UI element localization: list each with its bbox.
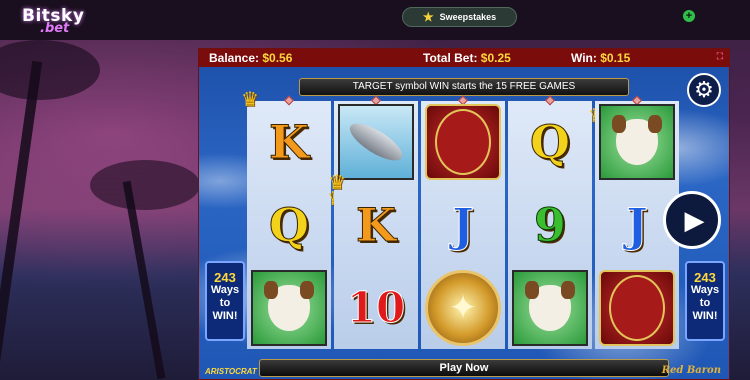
balance-value: $0.56 [262,51,293,65]
symbol-letter: 10 [346,283,406,333]
reels-grid: K ♛ Q ♛ K ♛ 10 [241,89,679,349]
symbol-letter: K [356,198,397,253]
symbol-letter: Q [529,115,571,170]
site-logo-suffix: .bet [40,21,70,36]
ways-text-right-2: to [699,297,711,309]
ways-text-right-1: Ways [690,284,720,296]
total-bet-display: Total Bet: $0.25 [423,51,511,65]
ways-text-left-1: Ways [210,284,240,296]
total-bet-value: $0.25 [480,51,511,65]
zeppelin-icon [338,104,414,181]
symbol-9: 9 [510,186,590,265]
red-baron-icon [599,269,675,346]
reel-3: J ✦ [421,95,505,349]
symbol-q: Q ♛ [249,186,345,265]
symbol-10: 10 [336,268,416,347]
win-value: $0.15 [600,51,631,65]
symbol-baron [423,103,503,182]
dog-icon [599,104,675,181]
plus-icon[interactable]: + [683,10,695,22]
palm-fronds-left [0,40,100,100]
reel-1: K ♛ Q ♛ [241,89,345,349]
ways-text-left-3: WIN! [212,310,238,322]
symbol-k: K ♛ [241,89,329,182]
balance-display: Balance: $0.56 [209,51,292,65]
red-baron-logo: Red Baron [661,365,721,376]
total-bet-label: Total Bet: [423,51,478,65]
crown-icon: ♛ [328,171,346,194]
play-now-button[interactable]: Play Now [259,359,669,377]
symbol-j: J [423,186,503,265]
palm-fronds-right [90,160,200,210]
red-baron-icon [425,104,501,181]
symbol-letter: Q [268,198,310,253]
target-medal-icon: ✦ [425,269,501,346]
sweepstakes-button[interactable]: ★ Sweepstakes [402,7,517,27]
palm-tree-right [122,180,166,380]
star-icon: ★ [422,10,434,24]
symbol-letter: 9 [533,198,566,253]
slot-game-frame: Balance: $0.56 Total Bet: $0.25 Win: $0.… [198,48,730,380]
symbol-k: K ♛ [328,172,416,265]
crown-icon: ♛ [241,89,259,111]
symbol-medal: ✦ [423,268,503,347]
symbol-q: Q ♛ [510,103,606,182]
symbol-dog [249,268,329,347]
symbol-letter: J [452,198,475,253]
symbol-letter: K [269,115,310,170]
ways-to-win-right: 243 Ways to WIN! [685,261,725,341]
symbol-dog [510,268,590,347]
ways-text-right-3: WIN! [692,310,718,322]
stats-bar: Balance: $0.56 Total Bet: $0.25 Win: $0.… [199,49,729,67]
symbol-zeppelin [336,103,416,182]
symbol-dog [597,103,677,182]
top-bar: Bitsky .bet ★ Sweepstakes + [0,0,750,40]
balance-label: Balance: [209,51,260,65]
fullscreen-icon[interactable]: ⛶ [717,51,723,62]
palm-tree-left [0,60,43,380]
ways-to-win-left: 243 Ways to WIN! [205,261,245,341]
ways-number-left: 243 [214,270,236,285]
win-display: Win: $0.15 [571,51,630,65]
symbol-letter: J [626,198,649,253]
reel-4: Q ♛ 9 [508,95,606,349]
ways-number-right: 243 [694,270,716,285]
gear-icon[interactable]: ⚙ [687,73,721,107]
aristocrat-logo: ARISTOCRAT [205,367,257,376]
spin-play-button[interactable]: ▶ [663,191,721,249]
symbol-baron [597,268,677,347]
ways-text-left-2: to [219,297,231,309]
reel-2: K ♛ 10 [328,95,418,349]
win-label: Win: [571,51,597,65]
dog-icon [251,269,327,346]
sweepstakes-label: Sweepstakes [439,12,497,22]
dog-icon [512,269,588,346]
target-banner: TARGET symbol WIN starts the 15 FREE GAM… [299,78,629,96]
